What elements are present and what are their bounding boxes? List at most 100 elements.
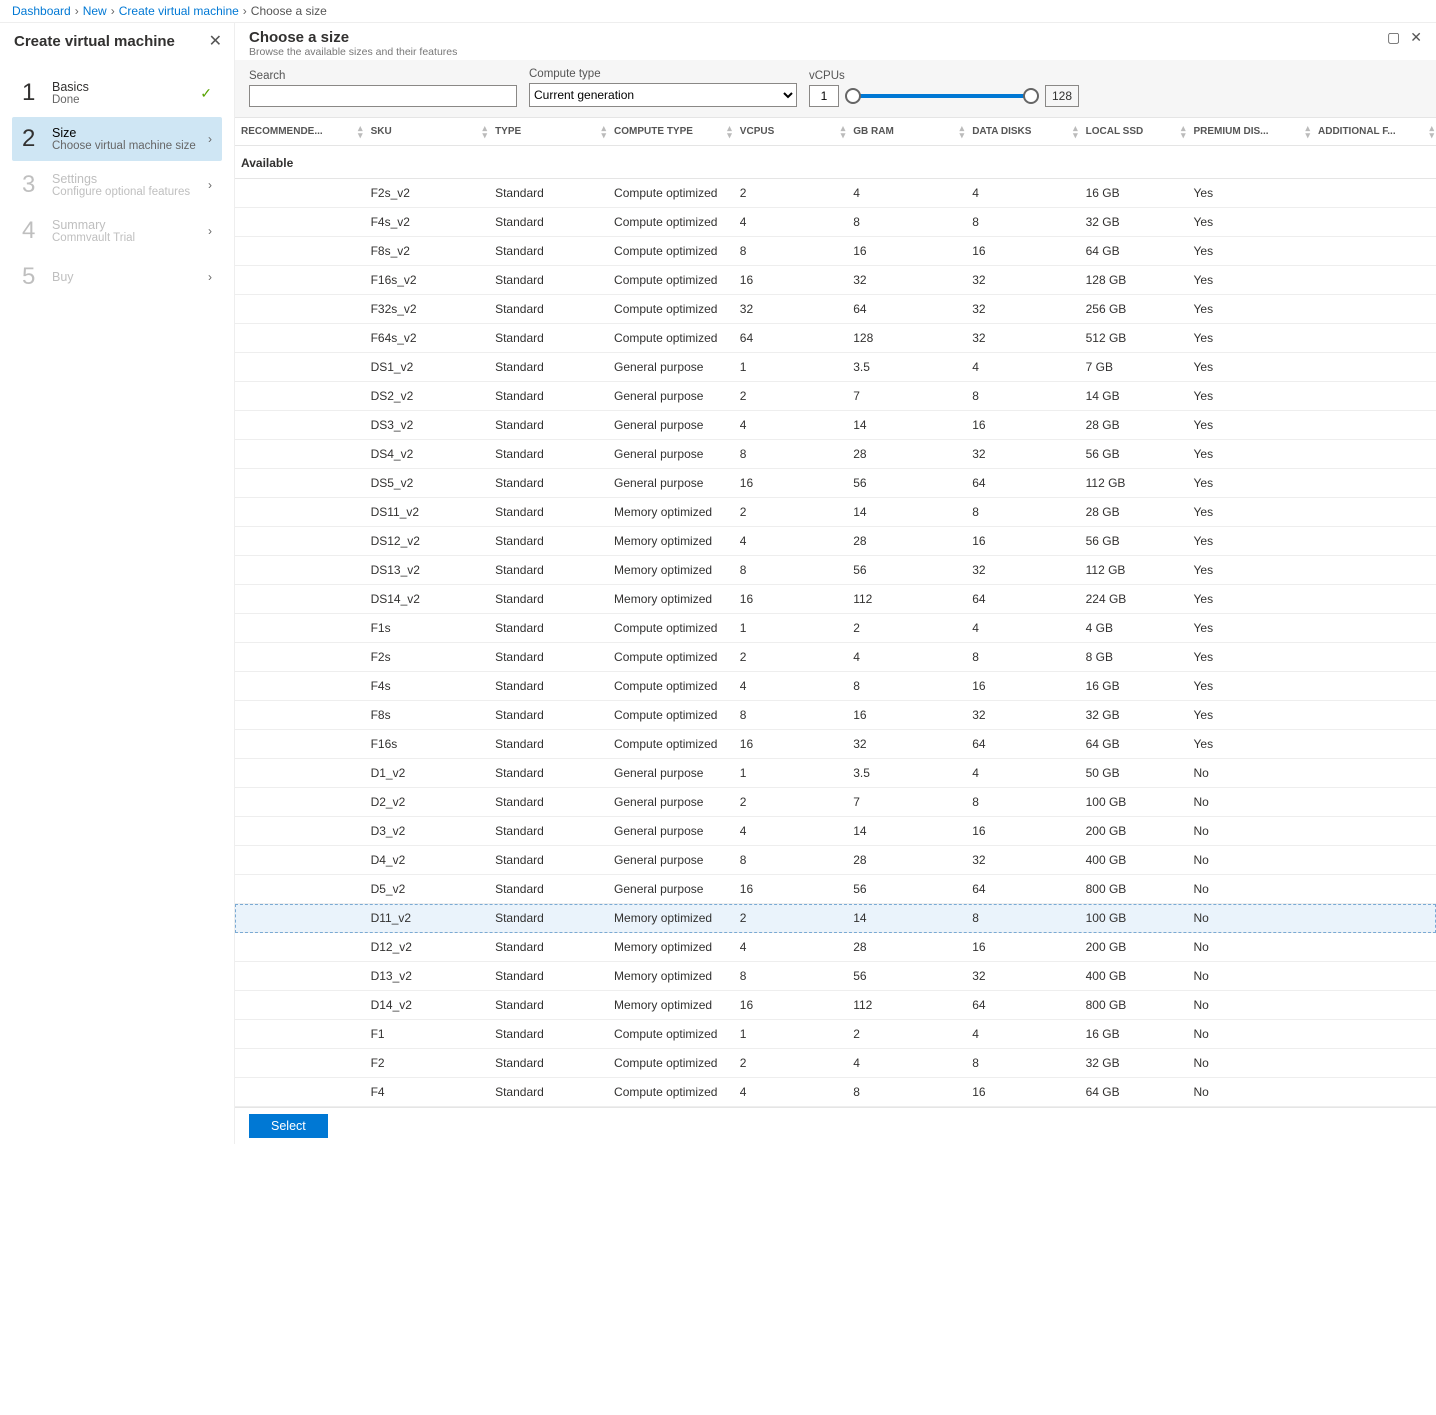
wizard-step-3[interactable]: 3 Settings Configure optional features › (12, 163, 222, 207)
step-subtitle: Done (52, 94, 212, 106)
chevron-right-icon: › (208, 178, 212, 192)
size-row[interactable]: D14_v2StandardMemory optimized 161126480… (235, 991, 1436, 1020)
step-subtitle: Configure optional features (52, 186, 208, 198)
column-header[interactable]: TYPE▴▾ (489, 118, 608, 146)
size-row[interactable]: D12_v2StandardMemory optimized 42816200 … (235, 933, 1436, 962)
wizard-step-4[interactable]: 4 Summary Commvault Trial › (12, 209, 222, 253)
sort-icon: ▴▾ (1429, 125, 1434, 139)
chevron-right-icon: › (208, 270, 212, 284)
size-row[interactable]: F2StandardCompute optimized 24832 GBNo (235, 1049, 1436, 1078)
sort-icon: ▴▾ (1305, 125, 1310, 139)
step-subtitle: Choose virtual machine size (52, 140, 208, 152)
sort-icon: ▴▾ (483, 125, 488, 139)
size-row[interactable]: D5_v2StandardGeneral purpose 165664800 G… (235, 875, 1436, 904)
wizard-sidebar: Create virtual machine ✕ 1 Basics Done ✓… (0, 23, 235, 1144)
slider-thumb-min[interactable] (845, 88, 861, 104)
size-row[interactable]: DS2_v2StandardGeneral purpose 27814 GBYe… (235, 382, 1436, 411)
step-number: 1 (22, 79, 52, 107)
size-table: RECOMMENDE...▴▾SKU▴▾TYPE▴▾COMPUTE TYPE▴▾… (235, 118, 1436, 1107)
chevron-right-icon: › (208, 224, 212, 238)
step-title: Summary (52, 218, 208, 232)
size-row[interactable]: F2s_v2StandardCompute optimized 24416 GB… (235, 179, 1436, 208)
size-row[interactable]: DS4_v2StandardGeneral purpose 8283256 GB… (235, 440, 1436, 469)
vcpus-label: vCPUs (809, 70, 1079, 82)
wizard-step-5[interactable]: 5 Buy › (12, 255, 222, 299)
size-row[interactable]: DS11_v2StandardMemory optimized 214828 G… (235, 498, 1436, 527)
column-header[interactable]: RECOMMENDE...▴▾ (235, 118, 365, 146)
size-row[interactable]: F64s_v2StandardCompute optimized 6412832… (235, 324, 1436, 353)
size-row[interactable]: DS3_v2StandardGeneral purpose 4141628 GB… (235, 411, 1436, 440)
close-icon[interactable]: ✕ (209, 31, 222, 51)
size-row[interactable]: F16sStandardCompute optimized 16326464 G… (235, 730, 1436, 759)
search-label: Search (249, 70, 517, 82)
size-row[interactable]: F4StandardCompute optimized 481664 GBNo (235, 1078, 1436, 1107)
breadcrumb-current: Choose a size (251, 4, 327, 18)
step-subtitle: Commvault Trial (52, 232, 208, 244)
sort-icon: ▴▾ (358, 125, 363, 139)
breadcrumb-link[interactable]: Dashboard (12, 4, 71, 18)
size-row[interactable]: F2sStandardCompute optimized 2488 GBYes (235, 643, 1436, 672)
check-icon: ✓ (200, 85, 212, 102)
wizard-title: Create virtual machine (14, 33, 175, 50)
column-header[interactable]: GB RAM▴▾ (847, 118, 966, 146)
step-title: Settings (52, 172, 208, 186)
compute-type-label: Compute type (529, 68, 797, 80)
sort-icon: ▴▾ (602, 125, 607, 139)
wizard-step-2[interactable]: 2 Size Choose virtual machine size › (12, 117, 222, 161)
close-panel-icon[interactable]: ✕ (1410, 29, 1422, 58)
size-table-scroll[interactable]: RECOMMENDE...▴▾SKU▴▾TYPE▴▾COMPUTE TYPE▴▾… (235, 117, 1436, 1107)
column-header[interactable]: COMPUTE TYPE▴▾ (608, 118, 734, 146)
column-header[interactable]: DATA DISKS▴▾ (966, 118, 1079, 146)
size-row[interactable]: DS12_v2StandardMemory optimized 4281656 … (235, 527, 1436, 556)
size-row[interactable]: F4s_v2StandardCompute optimized 48832 GB… (235, 208, 1436, 237)
step-title: Size (52, 126, 208, 140)
step-number: 5 (22, 263, 52, 291)
size-row[interactable]: DS1_v2StandardGeneral purpose 13.547 GBY… (235, 353, 1436, 382)
chevron-right-icon: › (208, 132, 212, 146)
column-header[interactable]: SKU▴▾ (365, 118, 490, 146)
size-row[interactable]: D1_v2StandardGeneral purpose 13.5450 GBN… (235, 759, 1436, 788)
vcpus-max-display: 128 (1045, 85, 1079, 107)
size-row[interactable]: DS13_v2StandardMemory optimized 85632112… (235, 556, 1436, 585)
slider-thumb-max[interactable] (1023, 88, 1039, 104)
search-input[interactable] (249, 85, 517, 107)
size-row[interactable]: F16s_v2StandardCompute optimized 1632321… (235, 266, 1436, 295)
panel-title: Choose a size (249, 29, 457, 46)
maximize-icon[interactable]: ▢ (1387, 29, 1400, 58)
size-row[interactable]: F32s_v2StandardCompute optimized 3264322… (235, 295, 1436, 324)
size-row[interactable]: F1sStandardCompute optimized 1244 GBYes (235, 614, 1436, 643)
size-row[interactable]: D3_v2StandardGeneral purpose 41416200 GB… (235, 817, 1436, 846)
sort-icon: ▴▾ (960, 125, 965, 139)
size-row[interactable]: D2_v2StandardGeneral purpose 278100 GBNo (235, 788, 1436, 817)
size-row[interactable]: DS14_v2StandardMemory optimized 16112642… (235, 585, 1436, 614)
compute-type-select[interactable]: Current generation (529, 83, 797, 107)
size-row[interactable]: F8s_v2StandardCompute optimized 8161664 … (235, 237, 1436, 266)
size-row[interactable]: D11_v2StandardMemory optimized 2148100 G… (235, 904, 1436, 933)
size-row[interactable]: F8sStandardCompute optimized 8163232 GBY… (235, 701, 1436, 730)
sort-icon: ▴▾ (727, 125, 732, 139)
size-row[interactable]: D4_v2StandardGeneral purpose 82832400 GB… (235, 846, 1436, 875)
size-row[interactable]: D13_v2StandardMemory optimized 85632400 … (235, 962, 1436, 991)
step-title: Buy (52, 270, 208, 284)
column-header[interactable]: PREMIUM DIS...▴▾ (1188, 118, 1313, 146)
sort-icon: ▴▾ (1073, 125, 1078, 139)
breadcrumb-link[interactable]: New (83, 4, 107, 18)
step-number: 3 (22, 171, 52, 199)
group-header: Available (235, 146, 1436, 179)
column-header[interactable]: VCPUS▴▾ (734, 118, 847, 146)
wizard-step-1[interactable]: 1 Basics Done ✓ (12, 71, 222, 115)
breadcrumb: Dashboard›New›Create virtual machine›Cho… (0, 0, 1436, 23)
column-header[interactable]: LOCAL SSD▴▾ (1080, 118, 1188, 146)
size-row[interactable]: F1StandardCompute optimized 12416 GBNo (235, 1020, 1436, 1049)
panel-subtitle: Browse the available sizes and their fea… (249, 46, 457, 58)
size-row[interactable]: DS5_v2StandardGeneral purpose 165664112 … (235, 469, 1436, 498)
select-button[interactable]: Select (249, 1114, 328, 1138)
vcpus-min-input[interactable] (809, 85, 839, 107)
column-header[interactable]: ADDITIONAL F...▴▾ (1312, 118, 1436, 146)
breadcrumb-link[interactable]: Create virtual machine (119, 4, 239, 18)
vcpus-slider[interactable] (847, 85, 1037, 107)
filter-bar: Search Compute type Current generation v… (235, 60, 1436, 117)
step-number: 2 (22, 125, 52, 153)
step-number: 4 (22, 217, 52, 245)
size-row[interactable]: F4sStandardCompute optimized 481616 GBYe… (235, 672, 1436, 701)
